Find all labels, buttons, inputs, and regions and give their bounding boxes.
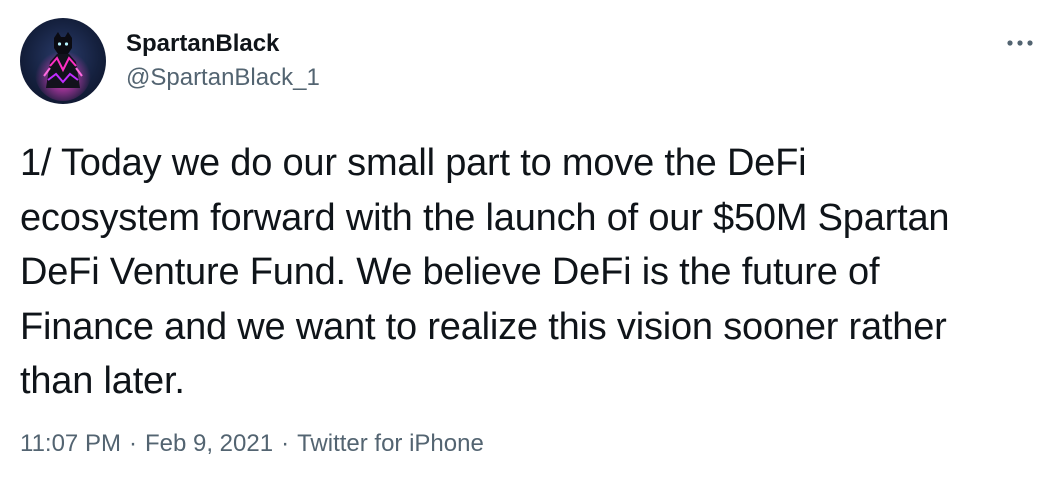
tweet-meta: 11:07 PM · Feb 9, 2021 · Twitter for iPh…: [20, 430, 484, 458]
tweet-time[interactable]: 11:07 PM: [20, 430, 121, 458]
tweet-text: 1/ Today we do our small part to move th…: [20, 142, 950, 402]
meta-separator: ·: [281, 430, 290, 457]
panther-warrior-avatar-icon: [35, 32, 91, 101]
more-dots-icon: [1007, 40, 1033, 46]
meta-separator: ·: [128, 430, 137, 457]
author-handle[interactable]: @SpartanBlack_1: [126, 64, 320, 92]
tweet-source[interactable]: Twitter for iPhone: [297, 430, 484, 458]
author-display-name[interactable]: SpartanBlack: [126, 30, 279, 58]
more-options-button[interactable]: [1000, 28, 1040, 58]
tweet-card: SpartanBlack @SpartanBlack_1 1/ Today we…: [0, 0, 1064, 490]
avatar[interactable]: [20, 18, 106, 104]
tweet-date[interactable]: Feb 9, 2021: [145, 430, 273, 458]
